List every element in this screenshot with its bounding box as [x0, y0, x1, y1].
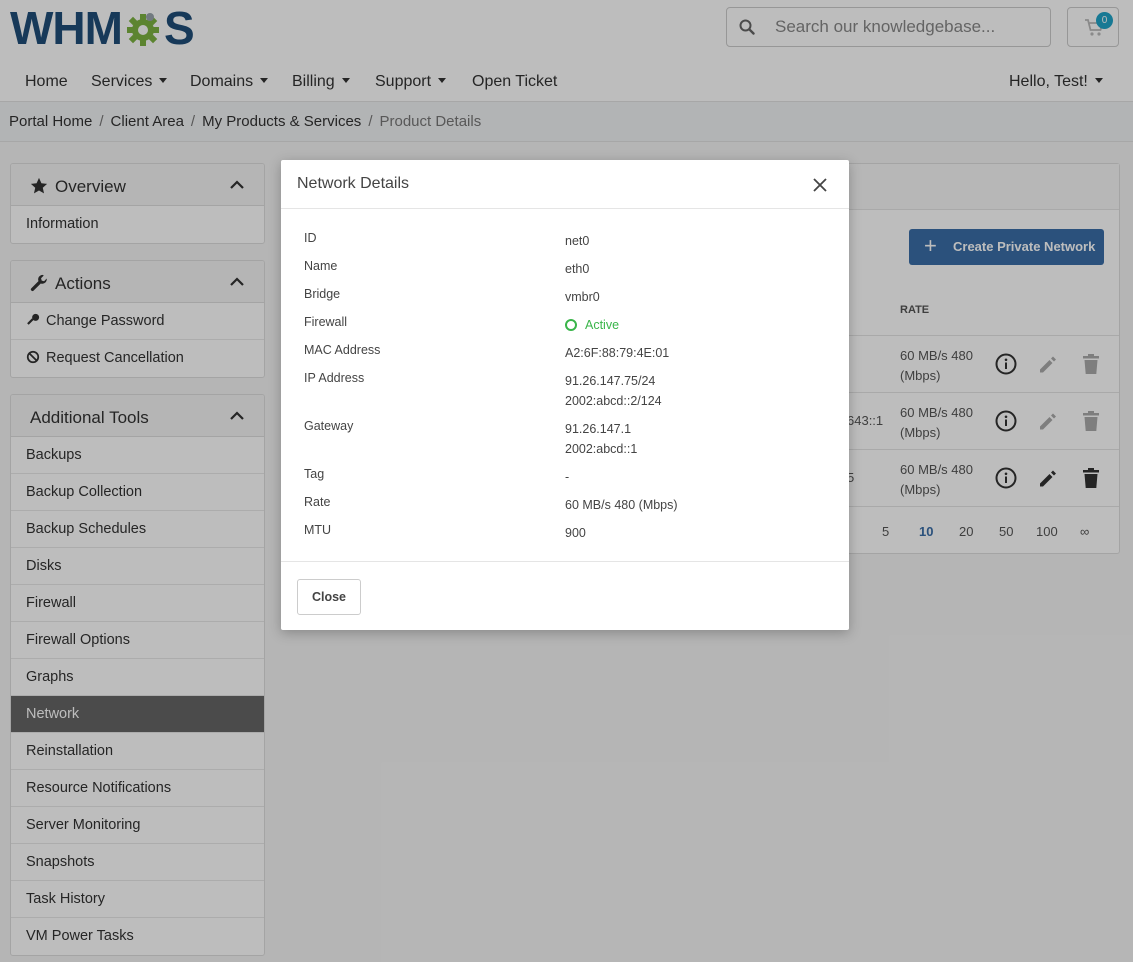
modal-footer: Close	[281, 561, 849, 630]
detail-label: MAC Address	[304, 343, 381, 357]
detail-value: net0	[565, 234, 590, 248]
detail-value: vmbr0	[565, 290, 600, 304]
detail-label: Firewall	[304, 315, 348, 329]
detail-value-secondary: 2002:abcd::2/124	[565, 394, 662, 408]
detail-label: Rate	[304, 495, 331, 509]
detail-label: ID	[304, 231, 317, 245]
detail-label: MTU	[304, 523, 332, 537]
modal-title: Network Details	[297, 175, 410, 192]
detail-label: Gateway	[304, 419, 354, 433]
detail-value-secondary: 2002:abcd::1	[565, 442, 638, 456]
close-button[interactable]: Close	[297, 579, 361, 615]
detail-label: Name	[304, 259, 338, 273]
detail-value: eth0	[565, 262, 590, 276]
detail-label: Tag	[304, 467, 325, 481]
firewall-status-text: Active	[585, 318, 620, 332]
modal-body: ID net0 Name eth0 Bridge vmbr0 Firewall …	[281, 209, 849, 561]
detail-value: -	[565, 470, 570, 484]
detail-value: A2:6F:88:79:4E:01	[565, 346, 670, 360]
detail-value: 900	[565, 526, 586, 540]
close-icon[interactable]	[812, 177, 828, 193]
detail-value: 91.26.147.75/24	[565, 374, 656, 388]
status-circle-icon	[565, 319, 577, 331]
detail-value: 91.26.147.1	[565, 422, 632, 436]
network-details-modal: Network Details ID net0 Name eth0 Bridge…	[281, 160, 849, 630]
detail-label: IP Address	[304, 371, 365, 385]
firewall-status: Active	[565, 315, 619, 335]
detail-label: Bridge	[304, 287, 341, 301]
detail-value: 60 MB/s 480 (Mbps)	[565, 498, 678, 512]
modal-header: Network Details	[281, 160, 849, 209]
